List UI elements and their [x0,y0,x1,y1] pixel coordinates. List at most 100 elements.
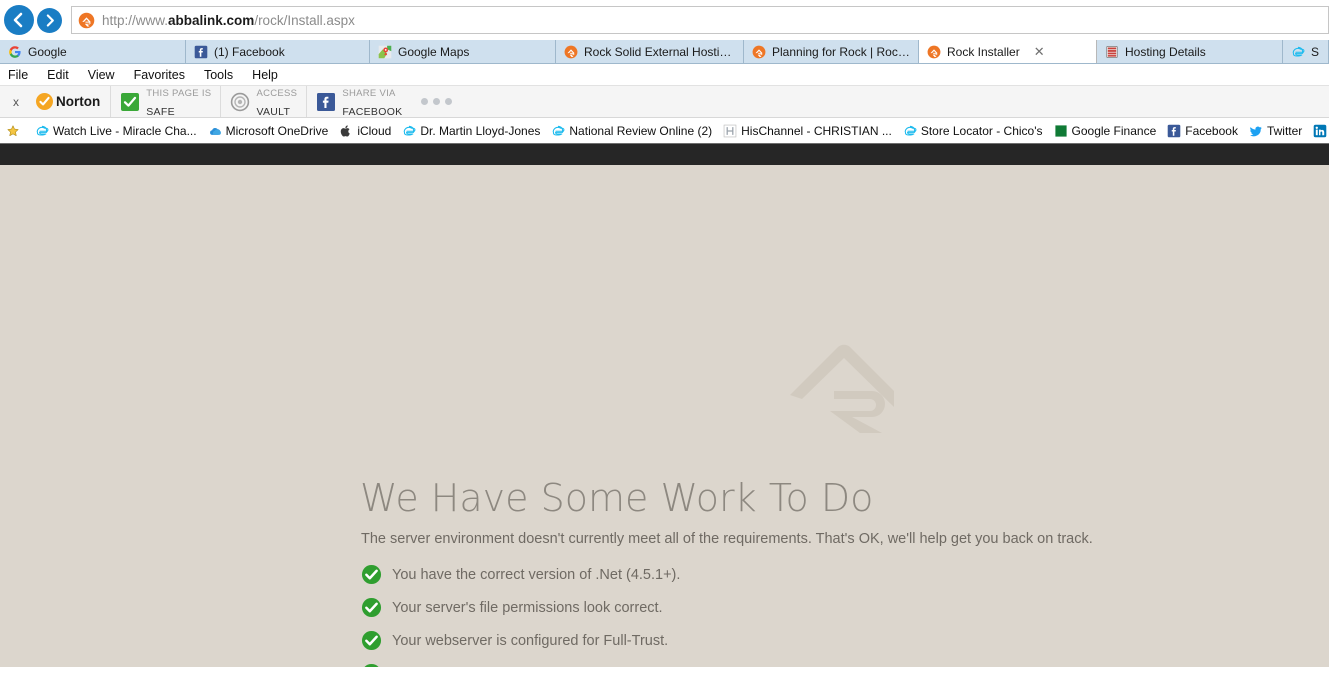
bookmark-item[interactable]: National Review Online (2) [551,124,712,138]
hischannel-icon [723,124,737,138]
norton-logo: Norton [26,86,110,117]
norton-cell-line1: ACCESS [256,88,298,100]
page-subtitle: The server environment doesn't currently… [361,531,1093,547]
navigation-bar: http://www.abbalink.com/rock/Install.asp… [0,0,1329,40]
database-icon [1105,45,1119,59]
google-icon [8,45,22,59]
browser-tab-label: Google [28,44,67,59]
browser-tab-label: Google Maps [398,44,470,59]
onedrive-icon [208,124,222,138]
norton-cell-line2: FACEBOOK [342,105,403,118]
bookmark-item[interactable]: Link [1313,124,1329,138]
ie-icon [903,124,917,138]
requirement-text: Your server's file permissions look corr… [392,600,663,616]
close-icon[interactable]: ✕ [1034,45,1045,58]
ie-icon [1291,45,1305,59]
ie-icon [35,124,49,138]
bookmark-item[interactable]: Microsoft OneDrive [208,123,329,138]
bookmark-label: Microsoft OneDrive [225,123,329,138]
browser-tab-label: (1) Facebook [214,44,285,59]
bookmark-label: Watch Live - Miracle Cha... [53,123,197,138]
requirement-text: You have the correct version of .Net (4.… [392,567,681,583]
browser-chrome: http://www.abbalink.com/rock/Install.asp… [0,0,1329,143]
vault-icon [230,92,250,112]
facebook-icon [1167,124,1181,138]
green-check-icon [120,92,140,112]
norton-cell-line2: VAULT [256,105,291,118]
browser-tab-label: Hosting Details [1125,44,1206,59]
norton-cell-line1: SHARE VIA [342,88,396,100]
bookmark-label: Dr. Martin Lloyd-Jones [420,123,541,138]
requirement-item: Your server's file permissions look corr… [361,597,1291,618]
bookmark-label: Store Locator - Chico's [920,123,1043,138]
norton-checkmark-icon [36,93,53,110]
bookmark-item[interactable]: HisChannel - CHRISTIAN ... [723,124,892,138]
browser-tab-label: SQ [1311,44,1320,59]
browser-tab[interactable]: Google Maps [370,40,556,63]
rock-icon [752,45,766,59]
bookmark-item[interactable]: Facebook [1167,124,1238,138]
address-bar-text: http://www.abbalink.com/rock/Install.asp… [102,12,355,28]
menu-bar: File Edit View Favorites Tools Help [0,64,1329,85]
check-circle-icon [361,597,382,618]
bookmark-item[interactable]: Store Locator - Chico's [903,124,1043,138]
ie-icon [551,124,565,138]
norton-brand-label: Norton [56,94,101,109]
back-button[interactable] [4,5,34,35]
check-circle-icon [361,663,382,667]
rock-icon [927,45,941,59]
norton-share-facebook[interactable]: SHARE VIA FACEBOOK [306,86,411,118]
requirement-item: You have the correct version of .Net (4.… [361,564,1291,585]
menu-item-help[interactable]: Help [252,68,278,82]
browser-tab[interactable]: Planning for Rock | Rock RMS [744,40,919,63]
bookmark-label: HisChannel - CHRISTIAN ... [741,123,892,138]
norton-cell-line2: SAFE [146,105,175,118]
bookmark-item[interactable] [6,124,24,138]
bookmark-label: Facebook [1185,123,1238,138]
browser-tab[interactable]: Rock Installer ✕ [919,40,1097,63]
norton-page-safe[interactable]: THIS PAGE IS SAFE [110,86,220,118]
bookmark-item[interactable]: Watch Live - Miracle Cha... [35,124,197,138]
favorites-star-icon [6,124,20,138]
norton-close-button[interactable]: x [6,86,26,117]
ie-icon [402,124,416,138]
browser-tab-label: Rock Installer [947,44,1020,59]
check-circle-icon [361,564,382,585]
site-navbar [0,143,1329,165]
browser-tab[interactable]: Hosting Details [1097,40,1283,63]
browser-tab-label: Rock Solid External Hosting ... [584,44,735,59]
browser-tab[interactable]: Google [0,40,186,63]
norton-cell-line1: THIS PAGE IS [146,88,212,100]
norton-more-options-button[interactable] [411,86,462,117]
menu-item-file[interactable]: File [8,68,28,82]
browser-tab[interactable]: (1) Facebook [186,40,370,63]
twitter-icon [1249,124,1263,138]
facebook-icon [316,92,336,112]
address-bar[interactable]: http://www.abbalink.com/rock/Install.asp… [71,6,1329,34]
bookmark-item[interactable]: iCloud [339,124,391,138]
norton-access-vault[interactable]: ACCESS VAULT [220,86,306,118]
requirements-list: You have the correct version of .Net (4.… [361,564,1291,667]
rock-icon [78,12,95,29]
rock-logo-watermark [786,333,898,433]
bookmark-item[interactable]: Twitter [1249,124,1302,138]
bookmark-label: Google Finance [1071,123,1157,138]
google-finance-icon [1054,124,1068,138]
forward-button[interactable] [37,7,62,33]
bookmark-label: National Review Online (2) [569,123,713,138]
menu-item-tools[interactable]: Tools [204,68,233,82]
bookmark-item[interactable]: Google Finance [1054,123,1157,138]
menu-item-edit[interactable]: Edit [47,68,69,82]
tab-strip: Google (1) Facebook Google Maps Rock Solid … [0,40,1329,64]
bookmark-item[interactable]: Dr. Martin Lloyd-Jones [402,124,540,138]
browser-tab[interactable]: Rock Solid External Hosting ... [556,40,744,63]
menu-item-view[interactable]: View [88,68,115,82]
menu-item-favorites[interactable]: Favorites [134,68,185,82]
facebook-icon [194,45,208,59]
google-maps-icon [378,45,392,59]
browser-tab[interactable]: SQ [1283,40,1329,63]
check-circle-icon [361,630,382,651]
apple-icon [339,124,353,138]
bookmarks-bar: Watch Live - Miracle Cha... Microsoft One… [0,118,1329,143]
rock-icon [564,45,578,59]
